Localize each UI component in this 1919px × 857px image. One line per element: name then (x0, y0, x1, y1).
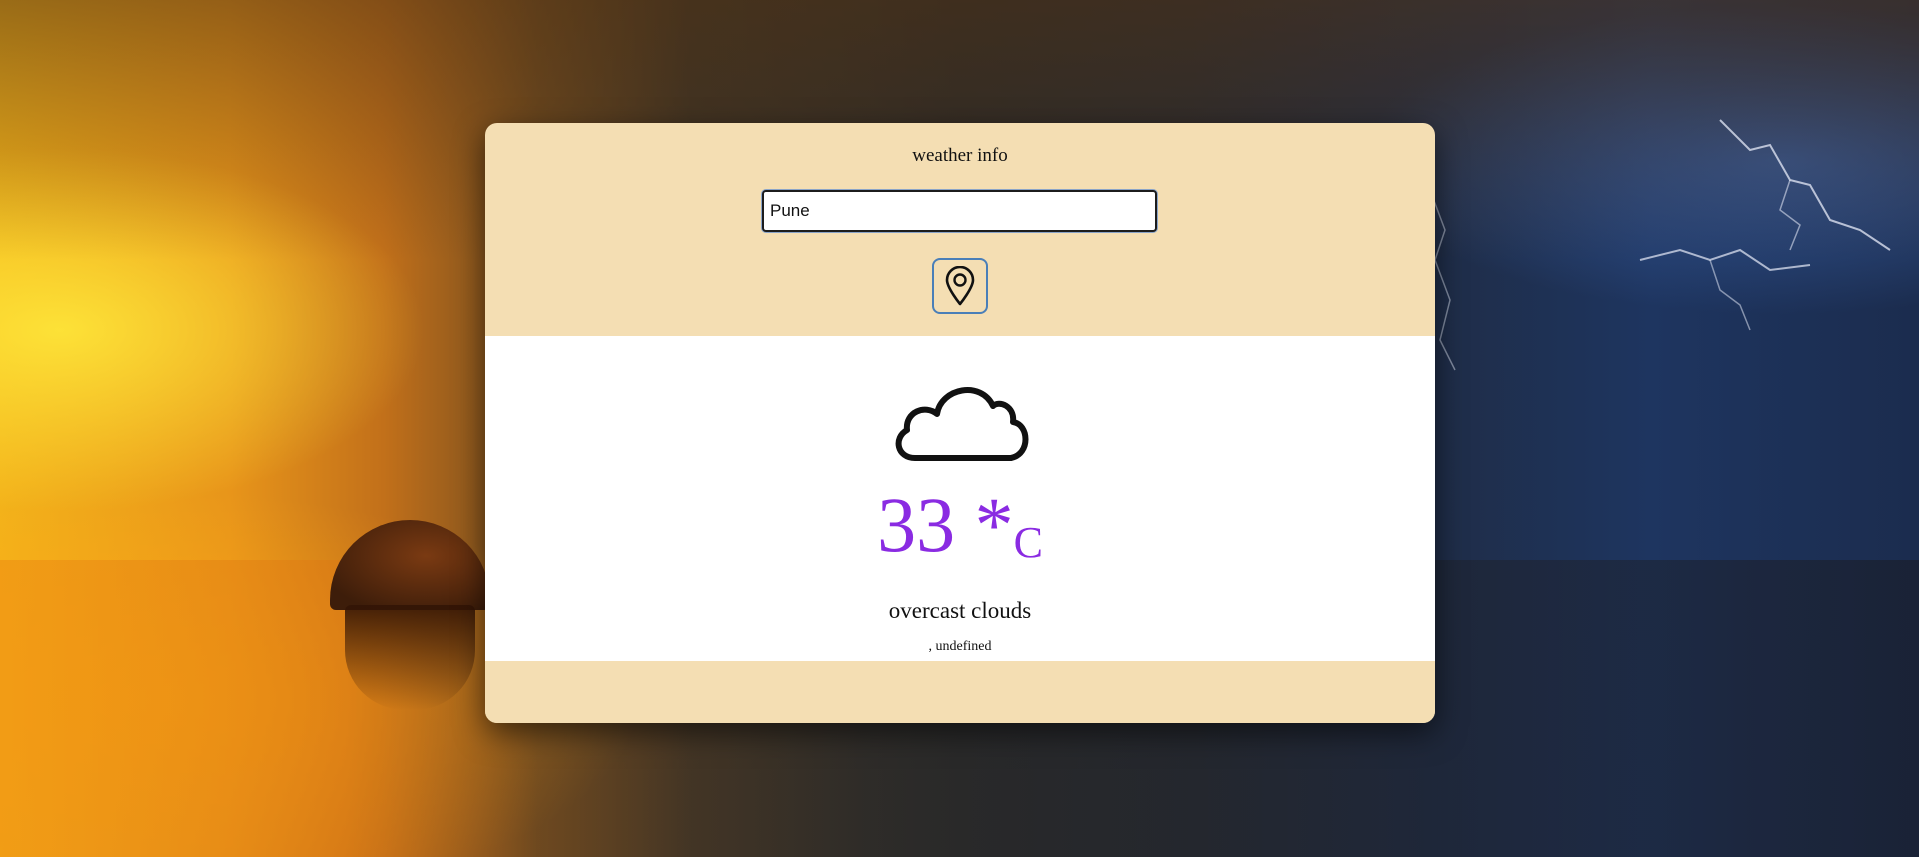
city-search-input[interactable] (762, 190, 1157, 232)
location-button[interactable] (932, 258, 988, 314)
weather-condition: overcast clouds (888, 598, 1032, 623)
card-footer (485, 661, 1435, 723)
background-island-reflection (345, 605, 475, 710)
temperature-value: 33 * (877, 481, 1014, 568)
temperature-display: 33 *C (485, 486, 1435, 565)
weather-card: weather info 33 *C overcast clouds , und… (485, 123, 1435, 723)
card-header: weather info (485, 123, 1435, 336)
cloud-icon (895, 387, 1029, 461)
location-label: , undefined (928, 639, 992, 654)
app-title: weather info (912, 145, 1008, 166)
weather-display: 33 *C overcast clouds , undefined (485, 336, 1435, 661)
temperature-unit: C (1013, 518, 1043, 567)
map-pin-icon (945, 266, 975, 306)
